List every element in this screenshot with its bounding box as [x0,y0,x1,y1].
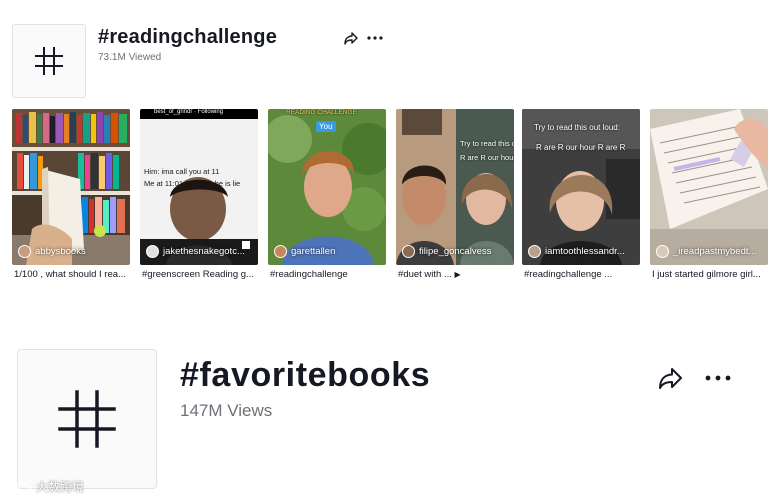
avatar [402,244,415,258]
video-thumbnail-image [268,109,386,265]
hashtag-icon [58,390,116,448]
video-caption[interactable]: #duet with ... ▶ [398,269,518,280]
video-caption[interactable]: #readingchallenge ... [524,269,644,280]
hashtag-icon-box[interactable] [12,24,86,98]
video-thumbnail-image [12,109,130,265]
video-overlay-text: R are R our hour R are R [536,143,626,152]
hashtag-title[interactable]: #readingchallenge [98,26,277,49]
video-author[interactable]: _ireadpastmybedt... [656,243,764,259]
video-caption[interactable]: 1/100 , what should I rea... [14,269,134,280]
watermark: 大数跨境 [6,476,84,496]
play-icon: ▶ [454,270,461,279]
video-caption[interactable]: #readingchallenge [270,269,390,280]
video-author[interactable]: jakethesnakegotc... [146,243,254,259]
avatar [18,244,31,258]
hashtag-icon-box[interactable] [17,349,157,489]
video-thumbnail[interactable]: READING CHALLENGE You garettallen [268,109,386,265]
share-icon[interactable] [343,30,359,46]
video-author-name: iamtoothlessandr... [545,245,625,257]
video-overlay-badge: You [316,121,336,132]
watermark-logo-icon [7,482,31,492]
video-overlay-text: R are R our hour R [460,153,514,162]
avatar [274,244,287,258]
more-icon[interactable] [366,30,384,46]
video-caption-text: #duet with ... [398,269,452,280]
video-author[interactable]: filipe_goncalvess [402,243,510,259]
hashtag-favoritebooks-section: #favoritebooks 147M Views [0,330,780,502]
hashtag-title[interactable]: #favoritebooks [180,356,430,395]
video-thumbnail-image [396,109,514,265]
video-overlay-text: Try to read this ou [460,139,514,148]
video-overlay-banner: READING CHALLENGE [286,109,357,116]
video-author[interactable]: garettallen [274,243,382,259]
video-caption[interactable]: #greenscreen Reading g... [142,269,262,280]
avatar [656,244,669,258]
video-author-name: garettallen [291,245,336,257]
hashtag-views: 73.1M Viewed [98,52,162,63]
hashtag-icon [35,47,63,75]
video-grid: abbysbooks 1/100 , what should I rea... … [12,109,772,289]
share-icon[interactable] [658,366,684,390]
video-thumbnail[interactable]: Try to read this ou R are R our hour R f… [396,109,514,265]
video-thumbnail[interactable]: _ireadpastmybedt... [650,109,768,265]
video-thumbnail[interactable]: abbysbooks [12,109,130,265]
watermark-text: 大数跨境 [36,479,85,494]
hashtag-views: 147M Views [180,401,273,420]
more-icon[interactable] [704,368,732,388]
video-caption[interactable]: I just started gilmore girl... [652,269,772,280]
video-overlay-text: Him: ima call you at 11 [144,167,220,176]
video-author-name: jakethesnakegotc... [163,245,245,257]
video-overlay-text: Try to read this out loud: [534,123,620,132]
video-author-name: abbysbooks [35,245,86,257]
video-author[interactable]: abbysbooks [18,243,126,259]
avatar [528,244,541,258]
video-overlay-text: Me at 11:01 knowing he is lie [144,179,241,188]
video-author-name: _ireadpastmybedt... [673,245,757,257]
video-thumbnail[interactable]: best_of_grindr · Following Him: ima call… [140,109,258,265]
video-author-name: filipe_goncalvess [419,245,492,257]
video-author[interactable]: iamtoothlessandr... [528,243,636,259]
video-thumbnail-image [650,109,768,265]
hashtag-readingchallenge-section: #readingchallenge 73.1M Viewed abbysbook… [0,0,780,300]
video-overlay-header: best_of_grindr · Following [154,109,224,115]
video-thumbnail[interactable]: Try to read this out loud: R are R our h… [522,109,640,265]
video-thumbnail-image [522,109,640,265]
avatar [146,244,159,258]
